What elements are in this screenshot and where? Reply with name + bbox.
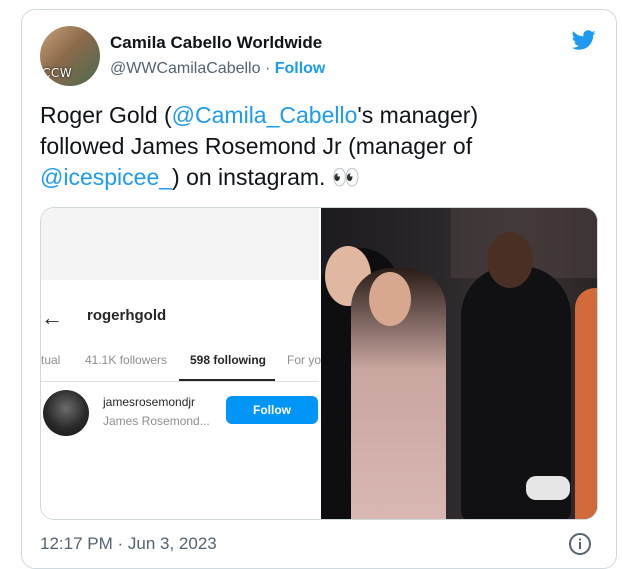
back-arrow-icon: ←	[41, 305, 63, 330]
photo-sneaker	[526, 476, 570, 500]
photo-orange-dress	[575, 288, 597, 519]
avatar-badge-text: CCW	[42, 66, 73, 80]
ig-tab-followers: 41.1K followers	[85, 353, 168, 367]
ig-header-background	[41, 208, 319, 280]
handle-separator: ·	[260, 60, 275, 77]
author-display-name[interactable]: Camila Cabello Worldwide	[110, 33, 322, 53]
mention-camila-cabello[interactable]: @Camila_Cabello	[172, 102, 358, 128]
ig-profile-username: rogerhgold	[87, 307, 167, 324]
photo-face-center	[369, 272, 411, 326]
tweet-text-part-1: Roger Gold (	[40, 102, 172, 128]
ig-following-avatar	[43, 390, 89, 436]
tweet-text: Roger Gold (@Camila_Cabello's manager) f…	[40, 100, 560, 193]
instagram-screenshot: ← rogerhgold tual 41.1K followers 598 fo…	[41, 208, 322, 519]
tweet-card: CCW Camila Cabello Worldwide @WWCamilaCa…	[21, 9, 617, 569]
ig-tab-following: 598 following	[190, 353, 267, 367]
mention-icespicee[interactable]: @icespicee_	[40, 164, 172, 190]
photo-image	[321, 208, 597, 519]
author-handle-row: @WWCamilaCabello · Follow	[110, 60, 325, 78]
author-avatar[interactable]: CCW	[40, 26, 100, 86]
ig-following-name: James Rosemond...	[103, 414, 210, 428]
follow-link[interactable]: Follow	[275, 60, 326, 77]
ig-follow-button: Follow	[226, 396, 318, 424]
ig-tab-mutual: tual	[41, 353, 61, 367]
photo-face-right	[487, 232, 533, 288]
tweet-timestamp[interactable]: 12:17 PM · Jun 3, 2023	[40, 534, 217, 554]
twitter-bird-icon[interactable]	[570, 28, 598, 52]
tweet-text-part-3: ) on instagram. 👀	[172, 164, 361, 190]
info-icon[interactable]	[568, 532, 592, 556]
author-handle[interactable]: @WWCamilaCabello	[110, 60, 261, 77]
ig-divider	[41, 381, 319, 382]
ig-following-username: jamesrosemondjr	[103, 395, 196, 409]
ig-tab-for-you: For yo	[287, 353, 322, 367]
tweet-media[interactable]: ← rogerhgold tual 41.1K followers 598 fo…	[40, 207, 598, 520]
